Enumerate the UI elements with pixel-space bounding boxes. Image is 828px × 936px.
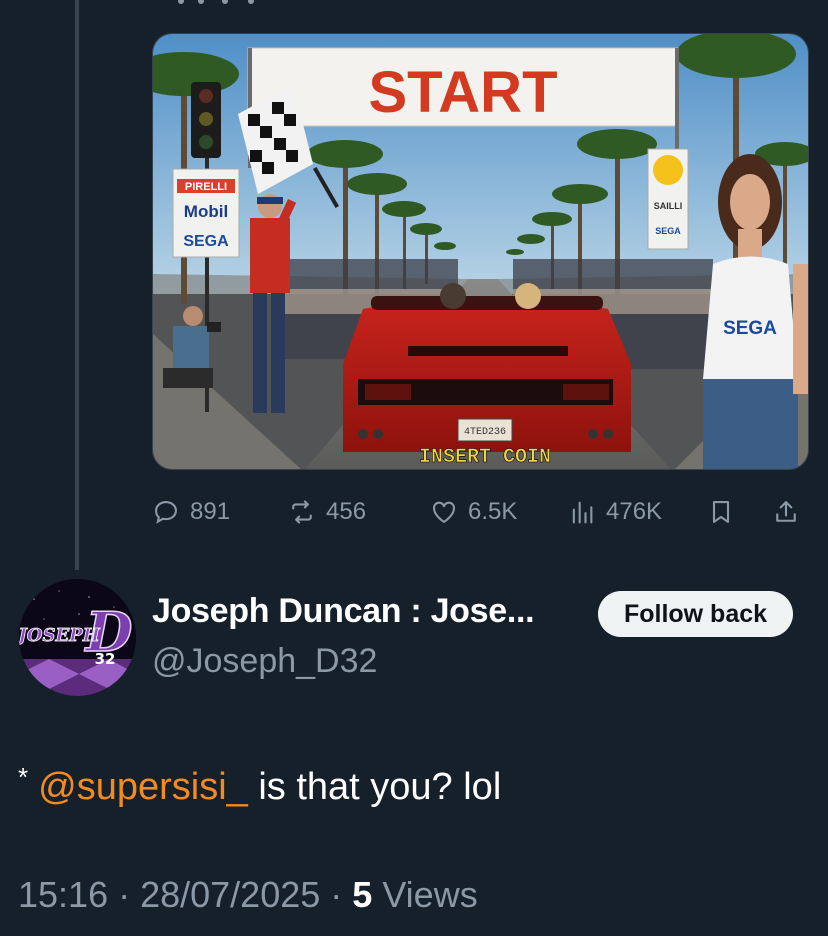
mention-link[interactable]: @supersisi_ [38,766,248,808]
reply-star: * [18,762,29,792]
views-icon [572,501,593,524]
ferrari-start-scene: START PIRELLI Mobil SEGA SAILLI SEGA 4TE… [153,34,808,469]
reply-body: * @supersisi_ is that you? lol [18,762,502,809]
thread-line [75,0,79,570]
user-handle[interactable]: @Joseph_D32 [152,642,377,681]
repost-icon [292,500,312,524]
sign-sega-left: SEGA [183,233,229,250]
views-label: Views [372,874,478,915]
license-plate: 4TED236 [464,427,506,438]
meta-separator: · [108,874,141,915]
like-count: 6.5K [468,498,518,525]
reply-button[interactable]: 891 [152,490,230,534]
share-button[interactable] [772,490,800,534]
sign-mobil: Mobil [184,202,228,221]
follow-back-button[interactable]: Follow back [598,591,793,637]
avatar[interactable]: D JOSEPH 32 [19,579,136,696]
sign-sailli: SAILLI [654,201,683,211]
repost-button[interactable]: 456 [288,490,366,534]
reply-icon [155,501,177,524]
like-icon [433,501,455,523]
views-count: 476K [606,498,663,525]
views-button[interactable]: 476K [568,490,662,534]
post-date[interactable]: 28/07/2025 [140,874,320,915]
sign-sega-right: SEGA [655,226,681,236]
share-icon [776,501,796,522]
bookmark-button[interactable] [707,490,735,534]
post-actions: 891 456 6.5K 476K [152,490,812,534]
reply-text: is that you? lol [247,766,502,808]
like-button[interactable]: 6.5K [430,490,517,534]
meta-separator: · [320,874,353,915]
post-time[interactable]: 15:16 [18,874,108,915]
previous-text-fragment [178,0,268,6]
avatar-number: 32 [95,650,116,668]
display-name[interactable]: Joseph Duncan : Jose... [152,592,535,631]
post-meta: 15:16 · 28/07/2025 · 5 Views [18,874,478,916]
shirt-sega: SEGA [723,318,777,339]
views-total: 5 [352,874,373,915]
reply-count: 891 [190,498,231,525]
red-convertible: 4TED236 [343,283,631,452]
sign-pirelli: PIRELLI [185,181,227,193]
post-image[interactable]: START PIRELLI Mobil SEGA SAILLI SEGA 4TE… [152,33,809,470]
avatar-text: JOSEPH [19,625,101,646]
banner-text: START [368,60,557,125]
avatar-joseph-d32: D JOSEPH 32 [19,579,136,696]
insert-coin-text: INSERT COIN [419,446,551,469]
repost-count: 456 [326,498,367,525]
bookmark-icon [712,501,730,523]
